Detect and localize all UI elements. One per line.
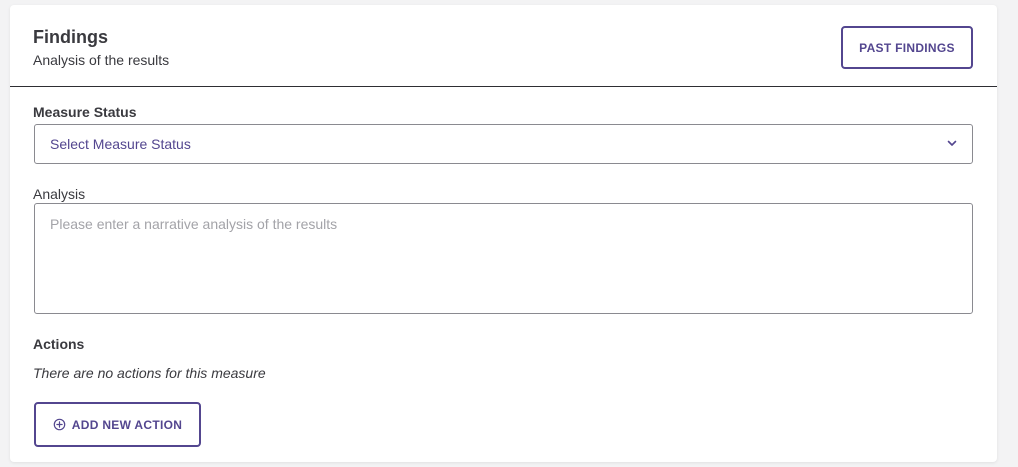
- measure-status-select[interactable]: Select Measure Status: [34, 124, 973, 164]
- measure-status-label: Measure Status: [33, 104, 137, 120]
- actions-label: Actions: [33, 336, 85, 352]
- plus-circle-icon: [53, 418, 66, 431]
- actions-empty-message: There are no actions for this measure: [33, 365, 266, 381]
- add-new-action-button[interactable]: ADD NEW ACTION: [34, 402, 201, 447]
- analysis-label: Analysis: [33, 186, 86, 202]
- page-subtitle: Analysis of the results: [33, 52, 170, 68]
- past-findings-button-label: PAST FINDINGS: [859, 40, 955, 55]
- analysis-textarea[interactable]: [34, 203, 973, 314]
- chevron-down-icon: [947, 140, 957, 146]
- measure-status-selected-value: Select Measure Status: [50, 136, 191, 152]
- findings-card: Findings Analysis of the results PAST FI…: [10, 5, 997, 462]
- card-header: Findings Analysis of the results PAST FI…: [10, 5, 997, 87]
- past-findings-button[interactable]: PAST FINDINGS: [841, 26, 973, 69]
- add-new-action-label: ADD NEW ACTION: [71, 417, 183, 432]
- page-title: Findings: [33, 27, 108, 47]
